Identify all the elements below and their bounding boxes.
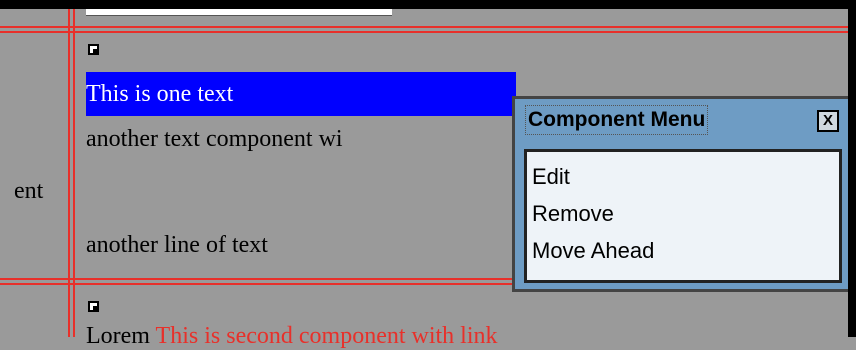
window-frame bbox=[0, 0, 856, 337]
